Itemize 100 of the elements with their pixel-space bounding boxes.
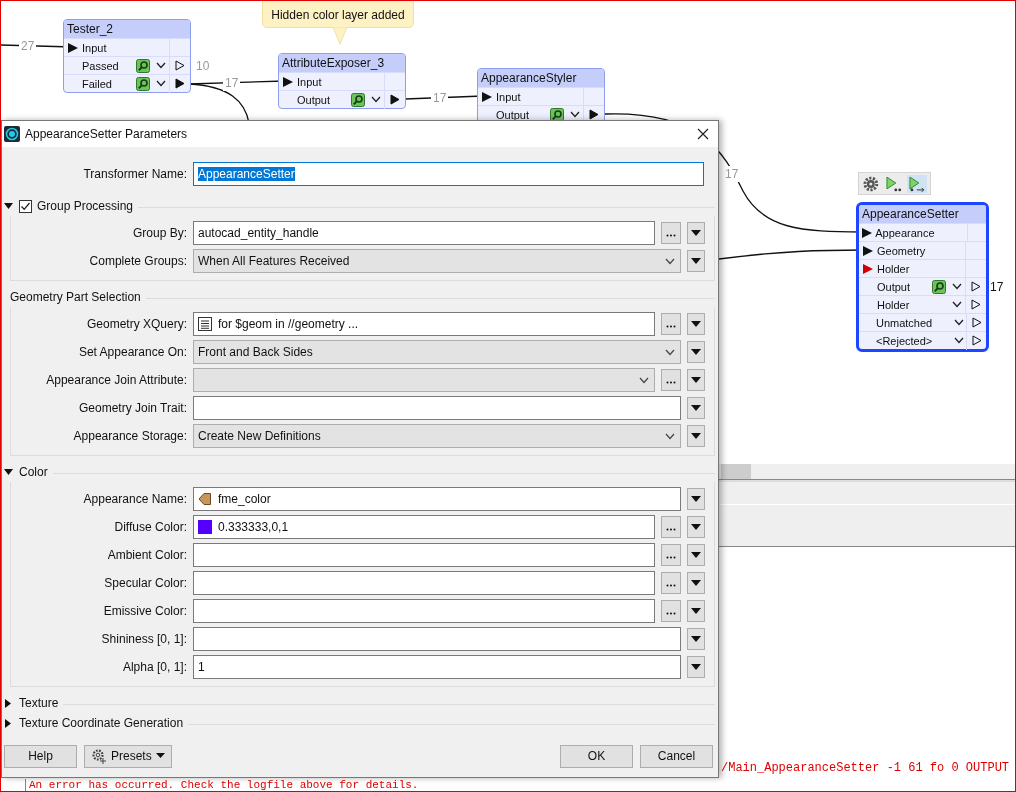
input-field[interactable] — [193, 396, 681, 420]
transformer-name-field[interactable]: AppearanceSetter — [193, 162, 704, 186]
input-arrow-icon — [862, 227, 873, 238]
port-label: Input — [82, 41, 108, 54]
tag-icon — [198, 492, 212, 506]
more-button[interactable] — [661, 516, 681, 538]
dropdown-field[interactable]: Create New Definitions — [193, 424, 681, 448]
more-button[interactable] — [661, 369, 681, 391]
chevron-icon — [665, 432, 675, 440]
port-label: Input — [496, 90, 522, 103]
input-field[interactable] — [193, 571, 655, 595]
menu-button[interactable] — [687, 544, 705, 566]
field-label: Shininess [0, 1]: — [100, 632, 187, 646]
chevron-icon[interactable] — [952, 301, 962, 308]
run-from-icon[interactable] — [907, 174, 927, 193]
more-button[interactable] — [661, 222, 681, 244]
field-label: Set Appearance On: — [77, 345, 187, 359]
section-title: Group Processing — [37, 199, 134, 213]
input-field[interactable] — [193, 627, 681, 651]
inspect-icon[interactable] — [136, 58, 150, 73]
run-to-icon[interactable] — [883, 174, 904, 193]
section-toggle[interactable] — [2, 201, 14, 211]
triangle-down-icon — [691, 635, 701, 643]
chevron-icon[interactable] — [570, 111, 580, 118]
input-field[interactable]: 0.333333,0,1 — [193, 515, 655, 539]
menu-button[interactable] — [687, 425, 705, 447]
input-arrow-icon — [68, 42, 78, 53]
field-label: Geometry XQuery: — [85, 317, 187, 331]
output-port-icon[interactable] — [175, 78, 185, 89]
section-toggle[interactable] — [2, 718, 14, 728]
close-icon — [697, 128, 709, 140]
dialog-button[interactable]: Presets — [84, 744, 172, 768]
output-port-icon[interactable] — [971, 335, 982, 346]
field-label: Appearance Name: — [82, 492, 187, 506]
ellipsis-icon — [666, 324, 676, 328]
triangle-down-icon — [691, 376, 701, 384]
input-field[interactable] — [193, 599, 655, 623]
menu-button[interactable] — [687, 628, 705, 650]
output-port-icon[interactable] — [971, 299, 981, 310]
node-title: AttributeExposer_3 — [282, 56, 385, 70]
triangle-down-icon — [691, 229, 701, 237]
ellipsis-icon — [666, 583, 676, 587]
inspect-icon[interactable] — [932, 279, 946, 294]
field-label: Ambient Color: — [106, 548, 187, 562]
output-port-icon[interactable] — [390, 94, 400, 105]
chevron-icon[interactable] — [952, 283, 962, 290]
triangle-down-icon — [691, 404, 701, 412]
more-button[interactable] — [661, 544, 681, 566]
menu-button[interactable] — [687, 250, 705, 272]
menu-button[interactable] — [687, 313, 705, 335]
color-swatch[interactable] — [198, 520, 212, 534]
gear-icon — [91, 748, 107, 764]
feature-count: 17 — [990, 279, 1004, 294]
gear-icon[interactable] — [862, 174, 880, 193]
menu-button[interactable] — [687, 656, 705, 678]
menu-button[interactable] — [687, 222, 705, 244]
dialog-button[interactable]: Help — [4, 744, 77, 768]
field-label: Complete Groups: — [88, 254, 187, 268]
chevron-icon[interactable] — [156, 62, 166, 69]
more-button[interactable] — [661, 572, 681, 594]
menu-button[interactable] — [687, 488, 705, 510]
menu-button[interactable] — [687, 572, 705, 594]
log-line: An error has occurred. Check the logfile above for details. — [25, 779, 1015, 791]
chevron-icon[interactable] — [953, 319, 964, 326]
dropdown-field[interactable]: When All Features Received — [193, 249, 681, 273]
output-port-icon[interactable] — [589, 109, 599, 120]
output-port-icon[interactable] — [971, 317, 982, 328]
input-field[interactable] — [193, 543, 655, 567]
annotation-pointer — [330, 27, 350, 45]
required-input-arrow-icon — [863, 263, 873, 274]
menu-button[interactable] — [687, 600, 705, 622]
input-field[interactable]: 1 — [193, 655, 681, 679]
chevron-icon[interactable] — [156, 80, 166, 87]
menu-button[interactable] — [687, 516, 705, 538]
menu-button[interactable] — [687, 369, 705, 391]
input-field[interactable]: autocad_entity_handle — [193, 221, 655, 245]
menu-button[interactable] — [687, 341, 705, 363]
chevron-icon[interactable] — [371, 96, 381, 103]
chevron-icon[interactable] — [953, 337, 964, 344]
inspect-icon[interactable] — [136, 76, 150, 91]
port-label: <Rejected> — [875, 334, 933, 347]
input-field[interactable]: for $geom in //geometry ... — [193, 312, 655, 336]
menu-button[interactable] — [687, 397, 705, 419]
more-button[interactable] — [661, 313, 681, 335]
field-label: Appearance Storage: — [72, 429, 187, 443]
port-label: Output — [877, 280, 912, 293]
triangle-down-icon — [691, 607, 701, 615]
inspect-icon[interactable] — [351, 92, 365, 107]
checkbox[interactable] — [19, 199, 32, 213]
output-port-icon[interactable] — [175, 60, 185, 71]
dropdown-field[interactable]: Front and Back Sides — [193, 340, 681, 364]
section-toggle[interactable] — [2, 467, 14, 477]
transformer-node[interactable]: AttributeExposer_3 Input Output — [278, 53, 406, 109]
output-port-icon[interactable] — [971, 281, 981, 292]
dialog-button[interactable]: OK — [560, 744, 633, 768]
dialog-button[interactable]: Cancel — [640, 744, 713, 768]
more-button[interactable] — [661, 600, 681, 622]
dropdown-field[interactable] — [193, 368, 655, 392]
input-field[interactable]: fme_color — [193, 487, 681, 511]
section-toggle[interactable] — [2, 698, 14, 708]
